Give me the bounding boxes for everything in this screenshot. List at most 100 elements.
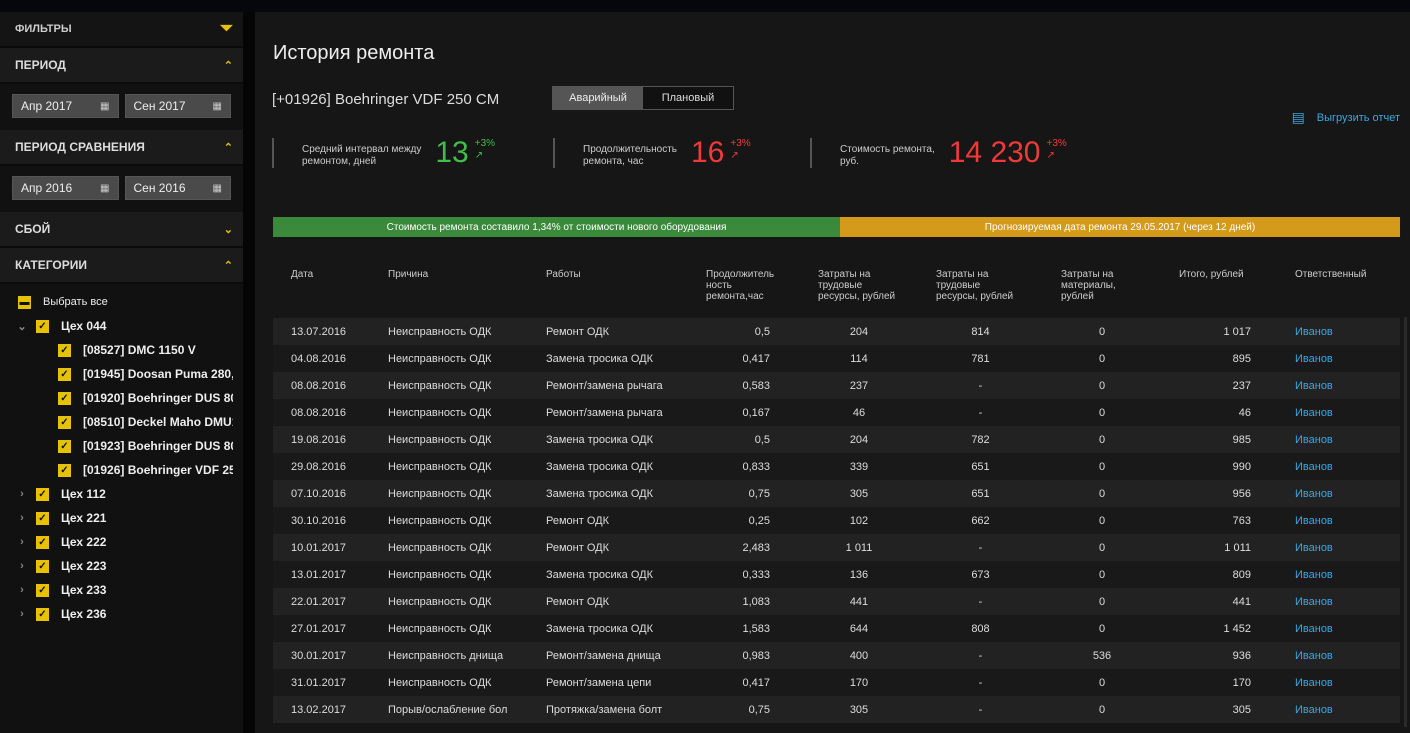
tab-planned[interactable]: Плановый <box>643 87 733 109</box>
table-cell: 985 <box>1232 433 1251 446</box>
comparison-to-field[interactable]: Сен 2016 ▦ <box>124 176 231 200</box>
chevron-right-icon[interactable]: › <box>12 560 32 572</box>
responsible-link[interactable]: Иванов <box>1281 372 1400 399</box>
period-to-field[interactable]: Сен 2017 ▦ <box>124 94 231 118</box>
responsible-link[interactable]: Иванов <box>1281 480 1400 507</box>
category-group[interactable]: › ✓ Цех 221 <box>0 506 243 530</box>
responsible-link[interactable]: Иванов <box>1281 534 1400 561</box>
checkbox-checked-icon[interactable]: ✓ <box>58 415 71 429</box>
category-group[interactable]: ⌄ ✓ Цех 044 <box>0 314 243 338</box>
responsible-link[interactable]: Иванов <box>1281 561 1400 588</box>
period-section-header[interactable]: ПЕРИОД ⌃ <box>0 48 243 84</box>
table-row[interactable]: 08.08.2016 Неисправность ОДК Ремонт/замена… <box>273 372 1400 399</box>
column-header[interactable]: Дата <box>273 264 370 318</box>
export-report-button[interactable]: ▤ Выгрузить отчет <box>1292 109 1400 126</box>
checkbox-checked-icon[interactable]: ✓ <box>36 319 49 333</box>
failure-section-header[interactable]: СБОЙ ⌄ <box>0 212 243 248</box>
table-row[interactable]: 29.08.2016 Неисправность ОДК Замена тросик… <box>273 453 1400 480</box>
tab-emergency[interactable]: Аварийный <box>553 87 643 109</box>
column-header[interactable]: Ответственный <box>1281 264 1400 318</box>
checkbox-checked-icon[interactable]: ✓ <box>36 583 49 597</box>
table-row[interactable]: 10.01.2017 Неисправность ОДК Ремонт ОДК 2,4… <box>273 534 1400 561</box>
chevron-right-icon[interactable]: › <box>12 584 32 596</box>
responsible-link[interactable]: Иванов <box>1281 615 1400 642</box>
responsible-link[interactable]: Иванов <box>1281 588 1400 615</box>
responsible-link[interactable]: Иванов <box>1281 696 1400 723</box>
column-header[interactable]: Затраты на трудовые ресурсы, рублей <box>800 264 918 318</box>
table-cell: 0 <box>1098 325 1106 338</box>
category-group[interactable]: › ✓ Цех 236 <box>0 602 243 626</box>
category-item[interactable]: ✓ [01926] Boehringer VDF 25( <box>0 458 243 482</box>
chevron-down-icon[interactable]: ⌄ <box>12 320 32 333</box>
chevron-right-icon[interactable]: › <box>12 512 32 524</box>
kpi-delta: +3% <box>474 138 496 149</box>
category-group[interactable]: › ✓ Цех 222 <box>0 530 243 554</box>
table-row[interactable]: 13.07.2016 Неисправность ОДК Ремонт ОДК 0,5… <box>273 318 1400 345</box>
category-item[interactable]: ✓ [01920] Boehringer DUS 80( <box>0 386 243 410</box>
column-header[interactable]: Затраты на трудовые ресурсы, рублей <box>918 264 1043 318</box>
table-row[interactable]: 31.01.2017 Неисправность ОДК Ремонт/замена… <box>273 669 1400 696</box>
table-row[interactable]: 19.08.2016 Неисправность ОДК Замена тросик… <box>273 426 1400 453</box>
column-header[interactable]: Работы <box>528 264 688 318</box>
table-row[interactable]: 30.10.2016 Неисправность ОДК Ремонт ОДК 0,2… <box>273 507 1400 534</box>
table-cell: 0,333 <box>742 568 770 581</box>
categories-section-header[interactable]: КАТЕГОРИИ ⌃ <box>0 248 243 284</box>
comparison-from-field[interactable]: Апр 2016 ▦ <box>12 176 119 200</box>
responsible-link[interactable]: Иванов <box>1281 318 1400 345</box>
category-item[interactable]: ✓ [01923] Boehringer DUS 80( <box>0 434 243 458</box>
responsible-link[interactable]: Иванов <box>1281 642 1400 669</box>
column-header[interactable]: Причина <box>370 264 528 318</box>
responsible-link[interactable]: Иванов <box>1281 669 1400 696</box>
chevron-right-icon[interactable]: › <box>12 608 32 620</box>
responsible-link[interactable]: Иванов <box>1281 345 1400 372</box>
table-cell: 0 <box>1098 595 1106 608</box>
category-item[interactable]: ✓ [08527] DMC 1150 V <box>0 338 243 362</box>
category-label: Цех 222 <box>61 535 107 549</box>
table-row[interactable]: 13.01.2017 Неисправность ОДК Замена тросик… <box>273 561 1400 588</box>
column-header[interactable]: Затраты на материалы, рублей <box>1043 264 1161 318</box>
table-scrollbar[interactable] <box>1404 317 1407 727</box>
checkbox-checked-icon[interactable]: ✓ <box>36 607 49 621</box>
checkbox-checked-icon[interactable]: ✓ <box>58 439 71 453</box>
column-header[interactable]: Продолжитель ность ремонта,час <box>688 264 800 318</box>
checkbox-checked-icon[interactable]: ✓ <box>36 559 49 573</box>
table-cell: 2,483 <box>742 541 770 554</box>
category-item[interactable]: ✓ [08510] Deckel Maho DMU1 <box>0 410 243 434</box>
table-cell: 13.07.2016 <box>291 325 347 338</box>
table-cell: - <box>978 379 983 392</box>
responsible-link[interactable]: Иванов <box>1281 426 1400 453</box>
table-row[interactable]: 22.01.2017 Неисправность ОДК Ремонт ОДК 1,0… <box>273 588 1400 615</box>
checkbox-checked-icon[interactable]: ✓ <box>58 391 71 405</box>
calendar-icon: ▦ <box>100 182 110 194</box>
checkbox-checked-icon[interactable]: ✓ <box>36 535 49 549</box>
table-row[interactable]: 04.08.2016 Неисправность ОДК Замена тросик… <box>273 345 1400 372</box>
checkbox-checked-icon[interactable]: ✓ <box>58 463 71 477</box>
filter-icon[interactable]: ⏷ <box>220 20 233 38</box>
table-row[interactable]: 13.02.2017 Порыв/ослабление бол Протяжка/з… <box>273 696 1400 723</box>
comparison-to-value: Сен 2016 <box>133 181 186 195</box>
chevron-right-icon[interactable]: › <box>12 536 32 548</box>
table-row[interactable]: 07.10.2016 Неисправность ОДК Замена тросик… <box>273 480 1400 507</box>
chevron-right-icon[interactable]: › <box>12 488 32 500</box>
category-group[interactable]: › ✓ Цех 112 <box>0 482 243 506</box>
checkbox-checked-icon[interactable]: ✓ <box>58 343 71 357</box>
responsible-link[interactable]: Иванов <box>1281 507 1400 534</box>
table-row[interactable]: 08.08.2016 Неисправность ОДК Ремонт/замена… <box>273 399 1400 426</box>
table-row[interactable]: 30.01.2017 Неисправность днища Ремонт/заме… <box>273 642 1400 669</box>
comparison-section-header[interactable]: ПЕРИОД СРАВНЕНИЯ ⌃ <box>0 130 243 166</box>
checkbox-checked-icon[interactable]: ✓ <box>58 367 71 381</box>
category-item[interactable]: ✓ [01945] Doosan Puma 280, <box>0 362 243 386</box>
table-row[interactable]: 27.01.2017 Неисправность ОДК Замена тросик… <box>273 615 1400 642</box>
period-from-field[interactable]: Апр 2017 ▦ <box>12 94 119 118</box>
category-group[interactable]: › ✓ Цех 223 <box>0 554 243 578</box>
table-cell: 441 <box>1232 595 1251 608</box>
responsible-link[interactable]: Иванов <box>1281 453 1400 480</box>
select-all-checkbox[interactable]: ▬ Выбрать все <box>18 290 243 314</box>
checkbox-checked-icon[interactable]: ✓ <box>36 487 49 501</box>
column-header[interactable]: Итого, рублей <box>1161 264 1281 318</box>
kpi-value: 14 230 <box>948 136 1041 169</box>
responsible-link[interactable]: Иванов <box>1281 399 1400 426</box>
category-group[interactable]: › ✓ Цех 233 <box>0 578 243 602</box>
checkbox-checked-icon[interactable]: ✓ <box>36 511 49 525</box>
table-cell: 956 <box>1232 487 1251 500</box>
